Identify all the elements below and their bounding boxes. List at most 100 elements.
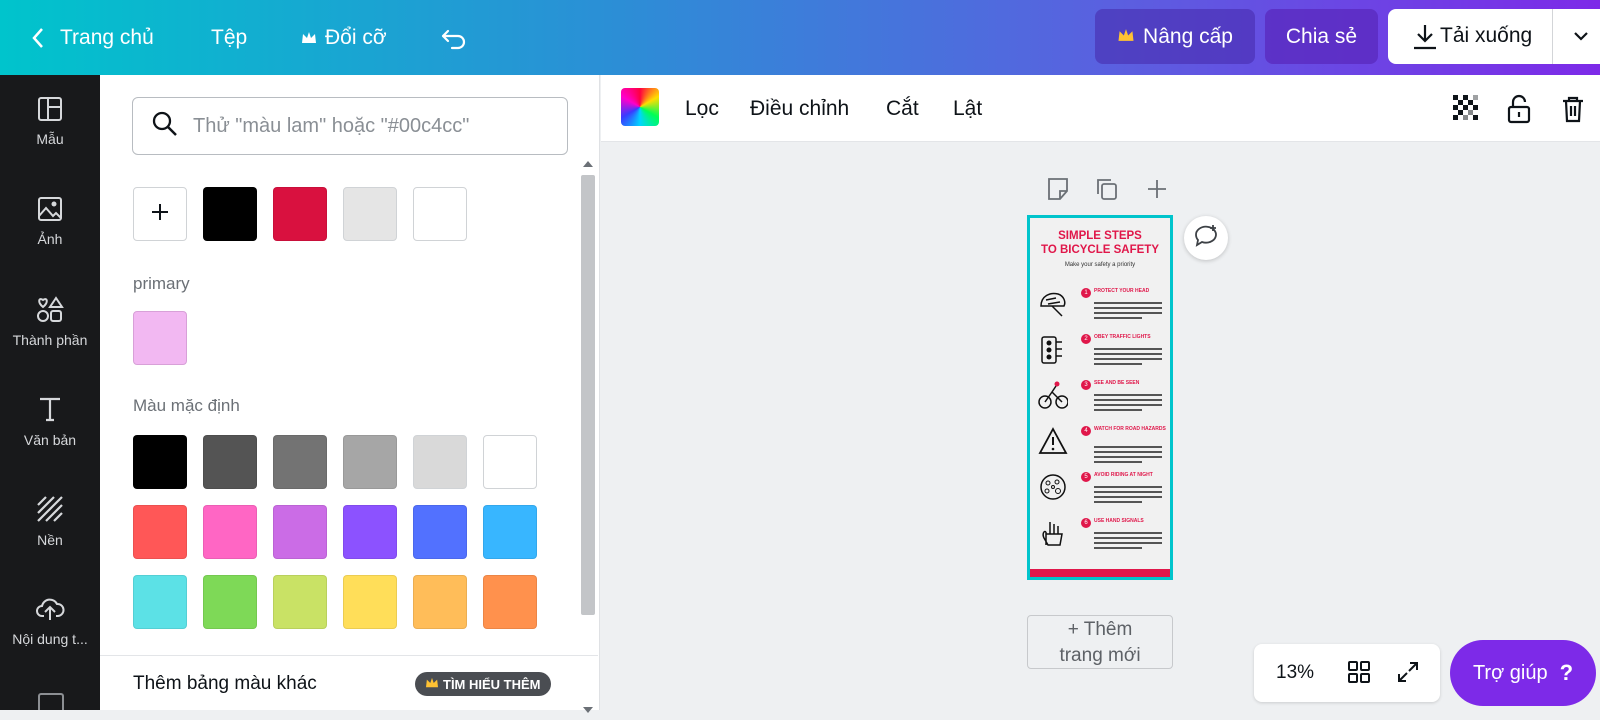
default-color-swatch[interactable] — [343, 435, 397, 489]
more-palettes-row[interactable]: Thêm bảng màu khác TÌM HIỂU THÊM — [100, 655, 598, 710]
background-icon — [36, 495, 64, 532]
left-sidebar: Mẫu Ảnh Thành phần Văn bản Nền Nội dung … — [0, 75, 100, 710]
helmet-icon — [1038, 288, 1068, 318]
resize-button[interactable]: Đổi cỡ — [301, 0, 387, 75]
unlock-icon[interactable] — [1507, 75, 1531, 142]
warning-icon — [1038, 426, 1068, 456]
infographic-step: 4 WATCH FOR ROAD HAZARDS — [1038, 424, 1166, 468]
document-color-swatch[interactable] — [273, 187, 327, 241]
step-text-line — [1094, 312, 1162, 314]
zoom-level[interactable]: 13% — [1276, 662, 1314, 684]
default-color-swatch[interactable] — [483, 435, 537, 489]
default-color-swatch[interactable] — [413, 435, 467, 489]
infographic-step: 3 SEE AND BE SEEN — [1038, 378, 1166, 422]
help-button[interactable]: Trợ giúp ? — [1450, 640, 1596, 706]
add-page-icon[interactable] — [1143, 175, 1171, 203]
default-colors-label: Màu mặc định — [133, 396, 240, 415]
primary-color-swatch[interactable] — [133, 311, 187, 365]
default-color-swatch[interactable] — [133, 435, 187, 489]
sidebar-item-uploads[interactable]: Nội dung t... — [0, 575, 100, 667]
trash-icon[interactable] — [1561, 75, 1585, 142]
step-text-line — [1094, 404, 1162, 406]
step-heading: AVOID RIDING AT NIGHT — [1094, 472, 1153, 478]
document-color-swatch[interactable] — [413, 187, 467, 241]
sidebar-item-label: Ảnh — [37, 230, 63, 247]
sidebar-item-background[interactable]: Nền — [0, 475, 100, 567]
color-search-input[interactable] — [193, 114, 553, 138]
step-text-line — [1094, 348, 1162, 350]
default-color-swatch[interactable] — [133, 575, 187, 629]
sidebar-item-photos[interactable]: Ảnh — [0, 175, 100, 267]
home-label: Trang chủ — [60, 25, 154, 49]
home-button[interactable]: Trang chủ — [30, 0, 154, 75]
share-button[interactable]: Chia sẻ — [1265, 9, 1378, 64]
design-page[interactable]: SIMPLE STEPS TO BICYCLE SAFETY Make your… — [1027, 215, 1173, 580]
image-icon — [37, 196, 63, 231]
upgrade-label: Nâng cấp — [1143, 24, 1233, 48]
default-color-swatch[interactable] — [343, 505, 397, 559]
zoom-controls: 13% — [1254, 644, 1440, 702]
upgrade-button[interactable]: Nâng cấp — [1095, 9, 1255, 64]
page-notes-icon[interactable] — [1044, 175, 1072, 203]
flip-button[interactable]: Lật — [953, 75, 982, 142]
default-color-swatch[interactable] — [483, 505, 537, 559]
adjust-button[interactable]: Điều chỉnh — [750, 75, 849, 142]
default-color-swatch[interactable] — [203, 575, 257, 629]
default-color-swatch[interactable] — [413, 575, 467, 629]
template-icon — [37, 96, 63, 131]
step-text-line — [1094, 307, 1162, 309]
default-color-swatch[interactable] — [343, 575, 397, 629]
comment-plus-icon — [1192, 223, 1220, 254]
file-menu[interactable]: Tệp — [211, 0, 247, 75]
step-text-line — [1094, 399, 1162, 401]
duplicate-page-icon[interactable] — [1093, 175, 1121, 203]
default-color-swatch[interactable] — [273, 435, 327, 489]
step-number: 4 — [1081, 426, 1091, 436]
infographic-step: 2 OBEY TRAFFIC LIGHTS — [1038, 332, 1166, 376]
step-text-line — [1094, 409, 1142, 411]
add-new-page-button[interactable]: + Thêm trang mới — [1027, 615, 1173, 669]
scrollbar-thumb[interactable] — [581, 175, 595, 615]
chevron-down-icon[interactable] — [1572, 27, 1590, 51]
download-button[interactable]: Tải xuống — [1388, 9, 1600, 64]
step-heading: OBEY TRAFFIC LIGHTS — [1094, 334, 1151, 340]
grid-view-icon[interactable] — [1347, 660, 1371, 689]
fullscreen-icon[interactable] — [1396, 660, 1420, 689]
color-picker-icon[interactable] — [621, 88, 659, 126]
crop-button[interactable]: Cắt — [886, 75, 919, 142]
document-color-swatch[interactable] — [203, 187, 257, 241]
traffic-light-icon — [1038, 334, 1068, 364]
step-number: 1 — [1081, 288, 1091, 298]
crown-icon — [1117, 25, 1135, 49]
sidebar-item-elements[interactable]: Thành phần — [0, 275, 100, 367]
default-color-swatch[interactable] — [203, 435, 257, 489]
document-color-swatch[interactable] — [343, 187, 397, 241]
undo-button[interactable] — [440, 0, 468, 75]
step-number: 5 — [1081, 472, 1091, 482]
primary-label: primary — [133, 274, 190, 293]
step-text-line — [1094, 358, 1162, 360]
add-color-button[interactable] — [133, 187, 187, 241]
folder-icon[interactable] — [38, 693, 64, 710]
default-color-swatch[interactable] — [133, 505, 187, 559]
learn-more-badge[interactable]: TÌM HIỂU THÊM — [415, 672, 551, 696]
sidebar-item-templates[interactable]: Mẫu — [0, 75, 100, 167]
default-color-swatch[interactable] — [413, 505, 467, 559]
default-color-swatch[interactable] — [273, 575, 327, 629]
filter-button[interactable]: Lọc — [685, 75, 719, 142]
default-color-swatch[interactable] — [483, 575, 537, 629]
default-color-swatch[interactable] — [273, 505, 327, 559]
step-text-line — [1094, 496, 1162, 498]
hand-signal-icon — [1038, 518, 1068, 548]
step-text-line — [1094, 353, 1162, 355]
transparency-icon[interactable] — [1453, 75, 1481, 142]
sidebar-item-text[interactable]: Văn bản — [0, 375, 100, 467]
step-heading: PROTECT YOUR HEAD — [1094, 288, 1150, 294]
step-text-line — [1094, 394, 1162, 396]
color-search-box[interactable] — [132, 97, 568, 155]
infographic-step: 5 AVOID RIDING AT NIGHT — [1038, 470, 1166, 514]
default-color-swatch[interactable] — [203, 505, 257, 559]
step-text-line — [1094, 446, 1162, 448]
sidebar-item-label: Nội dung t... — [12, 630, 88, 647]
add-comment-button[interactable] — [1184, 216, 1228, 260]
